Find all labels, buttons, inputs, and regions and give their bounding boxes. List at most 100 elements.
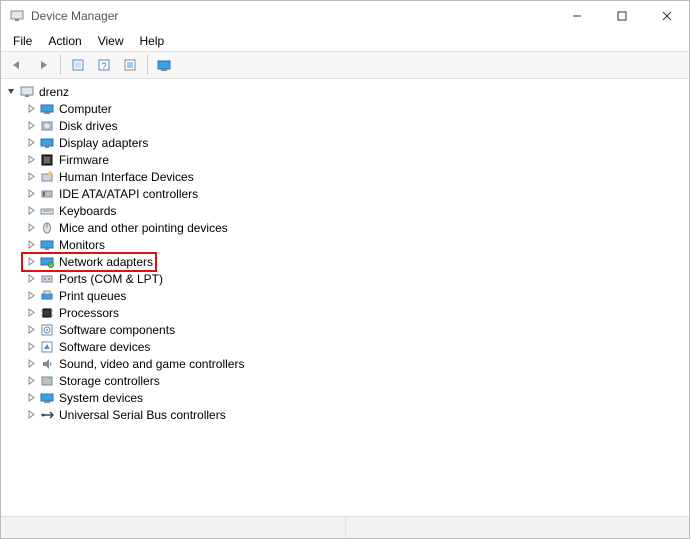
tree-item-label: Processors bbox=[59, 306, 119, 320]
forward-button[interactable] bbox=[31, 54, 55, 76]
tree-item[interactable]: Display adapters bbox=[3, 134, 687, 151]
tree-item[interactable]: Universal Serial Bus controllers bbox=[3, 406, 687, 423]
expand-icon[interactable] bbox=[25, 358, 37, 370]
tree-item[interactable]: Disk drives bbox=[3, 117, 687, 134]
tree-item[interactable]: Monitors bbox=[3, 236, 687, 253]
expand-icon[interactable] bbox=[25, 154, 37, 166]
help-button[interactable]: ? bbox=[92, 54, 116, 76]
tree-item-label: Software devices bbox=[59, 340, 150, 354]
monitor-icon bbox=[39, 237, 55, 253]
tree-item[interactable]: IDE ATA/ATAPI controllers bbox=[3, 185, 687, 202]
expand-icon[interactable] bbox=[25, 341, 37, 353]
keyboard-icon bbox=[39, 203, 55, 219]
tree-item[interactable]: Network adapters bbox=[3, 253, 687, 270]
tree-item-label: IDE ATA/ATAPI controllers bbox=[59, 187, 198, 201]
tree-item-label: Keyboards bbox=[59, 204, 116, 218]
device-manager-icon bbox=[9, 8, 25, 24]
disk-icon bbox=[39, 118, 55, 134]
tree-item[interactable]: Print queues bbox=[3, 287, 687, 304]
expand-icon[interactable] bbox=[25, 392, 37, 404]
toolbar-separator bbox=[60, 55, 61, 75]
expand-icon[interactable] bbox=[25, 120, 37, 132]
ports-icon bbox=[39, 271, 55, 287]
expand-icon[interactable] bbox=[25, 290, 37, 302]
tree-item[interactable]: System devices bbox=[3, 389, 687, 406]
tree-item[interactable]: Sound, video and game controllers bbox=[3, 355, 687, 372]
storage-icon bbox=[39, 373, 55, 389]
collapse-icon[interactable] bbox=[5, 86, 17, 98]
scan-button[interactable] bbox=[153, 54, 177, 76]
tree-item-label: Display adapters bbox=[59, 136, 148, 150]
tree-item[interactable]: Ports (COM & LPT) bbox=[3, 270, 687, 287]
tree-item-label: Universal Serial Bus controllers bbox=[59, 408, 226, 422]
menu-file[interactable]: File bbox=[5, 33, 40, 49]
toolbar-separator bbox=[147, 55, 148, 75]
maximize-button[interactable] bbox=[599, 1, 644, 31]
tree-item[interactable]: Computer bbox=[3, 100, 687, 117]
sound-icon bbox=[39, 356, 55, 372]
tree-item-label: Ports (COM & LPT) bbox=[59, 272, 163, 286]
tree-item-label: Human Interface Devices bbox=[59, 170, 194, 184]
show-hidden-button[interactable] bbox=[66, 54, 90, 76]
tree-item[interactable]: Human Interface Devices bbox=[3, 168, 687, 185]
device-tree[interactable]: drenz Computer Disk drives Display adapter… bbox=[1, 79, 689, 516]
hid-icon bbox=[39, 169, 55, 185]
computer-root-icon bbox=[19, 84, 35, 100]
tree-item-label: Software components bbox=[59, 323, 175, 337]
tree-root[interactable]: drenz bbox=[3, 83, 687, 100]
tree-item[interactable]: Firmware bbox=[3, 151, 687, 168]
tree-item[interactable]: Keyboards bbox=[3, 202, 687, 219]
tree-item-label: Computer bbox=[59, 102, 112, 116]
expand-icon[interactable] bbox=[25, 205, 37, 217]
network-icon bbox=[39, 254, 55, 270]
expand-icon[interactable] bbox=[25, 137, 37, 149]
display-icon bbox=[39, 135, 55, 151]
tree-root-label: drenz bbox=[39, 85, 69, 99]
tree-item[interactable]: Software components bbox=[3, 321, 687, 338]
expand-icon[interactable] bbox=[25, 171, 37, 183]
tree-item[interactable]: Software devices bbox=[3, 338, 687, 355]
cpu-icon bbox=[39, 305, 55, 321]
tree-item-label: Print queues bbox=[59, 289, 126, 303]
expand-icon[interactable] bbox=[25, 307, 37, 319]
menu-view[interactable]: View bbox=[90, 33, 132, 49]
expand-icon[interactable] bbox=[25, 188, 37, 200]
expand-icon[interactable] bbox=[25, 324, 37, 336]
statusbar bbox=[1, 516, 689, 538]
back-button[interactable] bbox=[5, 54, 29, 76]
system-icon bbox=[39, 390, 55, 406]
expand-icon[interactable] bbox=[25, 103, 37, 115]
menubar: File Action View Help bbox=[1, 31, 689, 51]
tree-item-label: Disk drives bbox=[59, 119, 118, 133]
usb-icon bbox=[39, 407, 55, 423]
expand-icon[interactable] bbox=[25, 273, 37, 285]
expand-icon[interactable] bbox=[25, 409, 37, 421]
svg-text:?: ? bbox=[101, 61, 106, 71]
tree-item[interactable]: Processors bbox=[3, 304, 687, 321]
status-cell bbox=[1, 517, 346, 538]
expand-icon[interactable] bbox=[25, 239, 37, 251]
tree-item-label: Sound, video and game controllers bbox=[59, 357, 244, 371]
window-title: Device Manager bbox=[31, 9, 118, 23]
ide-icon bbox=[39, 186, 55, 202]
toolbar: ? bbox=[1, 51, 689, 79]
tree-item-label: Storage controllers bbox=[59, 374, 160, 388]
firmware-icon bbox=[39, 152, 55, 168]
tree-item-label: Mice and other pointing devices bbox=[59, 221, 228, 235]
minimize-button[interactable] bbox=[554, 1, 599, 31]
close-button[interactable] bbox=[644, 1, 689, 31]
tree-item[interactable]: Storage controllers bbox=[3, 372, 687, 389]
status-cell bbox=[346, 517, 690, 538]
tree-item-label: System devices bbox=[59, 391, 143, 405]
software-dev-icon bbox=[39, 339, 55, 355]
menu-help[interactable]: Help bbox=[132, 33, 173, 49]
computer-icon bbox=[39, 101, 55, 117]
tree-item-label: Monitors bbox=[59, 238, 105, 252]
expand-icon[interactable] bbox=[25, 256, 37, 268]
software-comp-icon bbox=[39, 322, 55, 338]
expand-icon[interactable] bbox=[25, 222, 37, 234]
expand-icon[interactable] bbox=[25, 375, 37, 387]
menu-action[interactable]: Action bbox=[40, 33, 89, 49]
properties-button[interactable] bbox=[118, 54, 142, 76]
tree-item[interactable]: Mice and other pointing devices bbox=[3, 219, 687, 236]
